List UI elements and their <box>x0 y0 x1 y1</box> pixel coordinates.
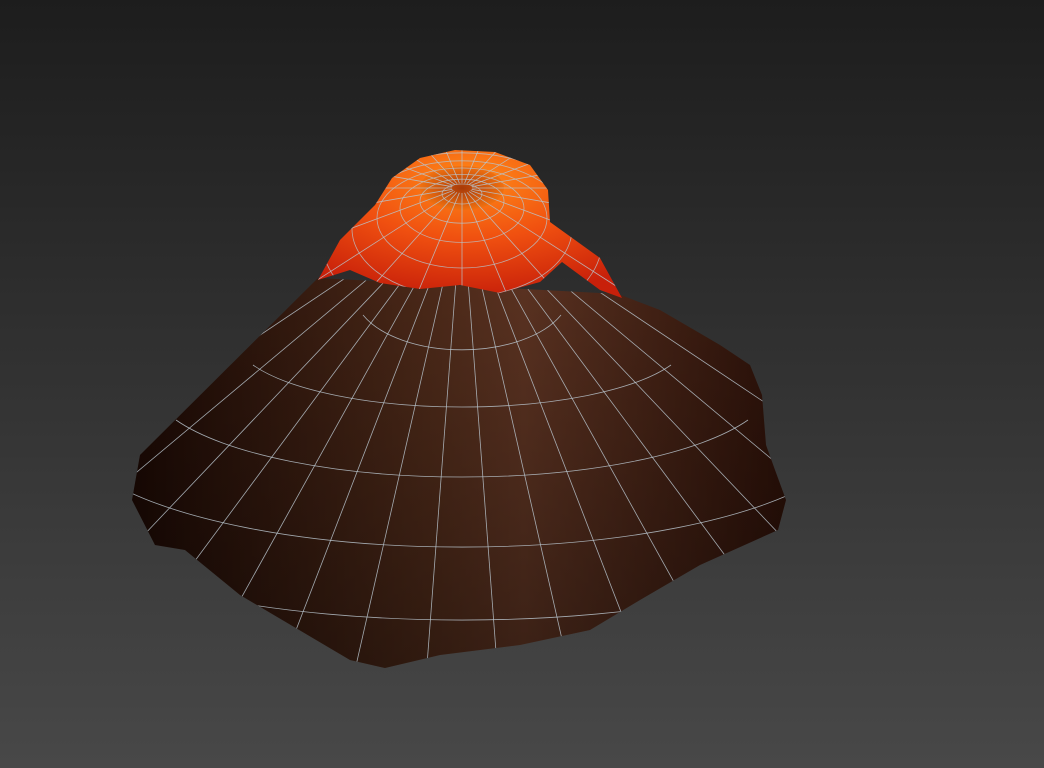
viewport-canvas[interactable] <box>0 0 1044 768</box>
3d-viewport[interactable] <box>0 0 1044 768</box>
